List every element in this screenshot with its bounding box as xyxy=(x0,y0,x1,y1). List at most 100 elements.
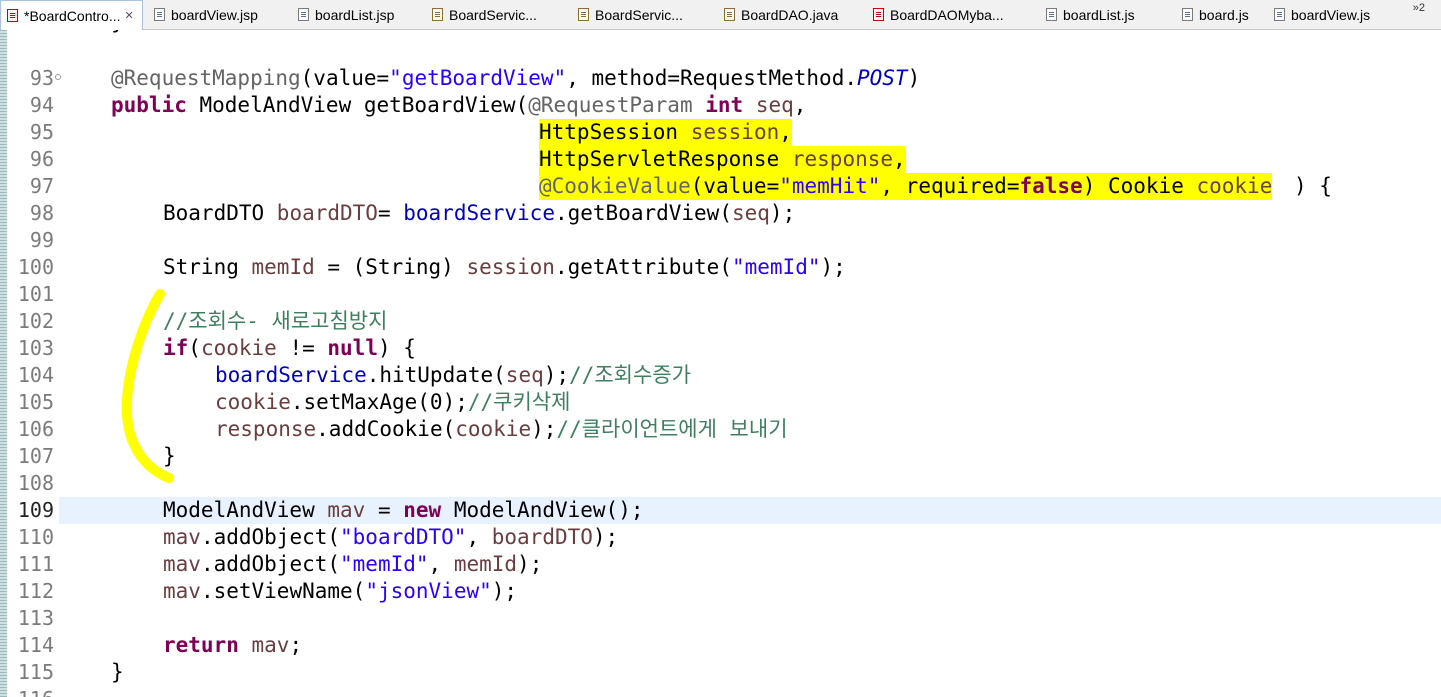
variable-token: session xyxy=(690,120,780,144)
line-number: 97 xyxy=(29,174,54,198)
code-line: return mav; xyxy=(59,632,1441,659)
code-token: , xyxy=(893,147,906,171)
tab-label: BoardServic... xyxy=(595,6,683,23)
code-token: .setViewName( xyxy=(200,579,366,603)
js-file-icon xyxy=(1182,8,1193,21)
code-line: } xyxy=(59,30,1441,36)
line-number: 110 xyxy=(17,525,54,549)
annotation-token: @RequestMapping xyxy=(111,66,301,90)
tab-label: boardView.jsp xyxy=(171,6,258,23)
variable-token: boardDTO xyxy=(276,201,378,225)
variable-token: memId xyxy=(251,255,315,279)
code-line-current: ModelAndView mav = new ModelAndView(); xyxy=(59,497,1441,524)
tab-label: boardView.js xyxy=(1291,6,1371,23)
code-line: //조회수- 새로고침방지 xyxy=(59,308,1441,335)
variable-token: mav xyxy=(251,633,290,657)
tab-label: boardList.jsp xyxy=(315,6,395,23)
variable-token: boardDTO xyxy=(491,525,593,549)
tab-boardcontroller[interactable]: *BoardContro... ✕ xyxy=(0,0,143,30)
code-token: ) { xyxy=(377,336,416,360)
keyword-token: int xyxy=(705,93,744,117)
tab-boardview-jsp[interactable]: boardView.jsp xyxy=(148,0,290,29)
java-file-icon xyxy=(578,8,589,21)
constant-token: POST xyxy=(856,66,908,90)
code-token: .getBoardView( xyxy=(554,201,732,225)
keyword-token: return xyxy=(163,633,239,657)
close-icon[interactable]: ✕ xyxy=(125,9,134,22)
annotation-token: @CookieValue xyxy=(539,174,691,198)
code-token: ); xyxy=(592,525,619,549)
line-number: 113 xyxy=(17,606,54,630)
code-line: HttpSession session, xyxy=(59,119,1441,146)
code-line: @CookieValue(value="memHit", required=fa… xyxy=(59,173,1441,200)
code-token: ) Cookie xyxy=(1082,174,1197,198)
keyword-token: if xyxy=(163,336,189,360)
variable-token: mav xyxy=(163,525,201,549)
code-token: } xyxy=(111,30,124,36)
line-number: 100 xyxy=(17,255,54,279)
tab-overflow-button[interactable]: »2 xyxy=(1413,2,1425,14)
tab-boardservice-1[interactable]: BoardServic... xyxy=(426,0,572,29)
line-number: 95 xyxy=(29,120,54,144)
variable-token: mav xyxy=(327,498,366,522)
line-number: 108 xyxy=(17,471,54,495)
code-token: ) { xyxy=(1294,174,1332,198)
code-token: .hitUpdate( xyxy=(366,363,506,387)
tab-boarddaomybatis[interactable]: BoardDAOMyba... xyxy=(867,0,1039,29)
code-token: ); xyxy=(543,363,570,387)
tab-boardservice-2[interactable]: BoardServic... xyxy=(572,0,718,29)
code-token: ); xyxy=(491,579,518,603)
code-token: .setMaxAge(0); xyxy=(290,390,468,414)
code-token: ) xyxy=(907,66,921,90)
code-token: , xyxy=(428,552,454,576)
tab-boarddao-java[interactable]: BoardDAO.java xyxy=(718,0,866,29)
code-token: } xyxy=(111,660,124,684)
code-token: .getAttribute( xyxy=(554,255,732,279)
variable-token: mav xyxy=(163,579,201,603)
code-token: ; xyxy=(289,633,303,657)
line-number: 92 xyxy=(7,30,54,36)
field-token: boardService xyxy=(403,201,555,225)
variable-token: mav xyxy=(163,552,201,576)
code-token: = xyxy=(377,201,404,225)
tab-board-js[interactable]: board.js xyxy=(1176,0,1268,29)
code-editor[interactable]: 92 93 94 95 96 97 98 99 100 101 102 103 … xyxy=(0,30,1441,697)
variable-token: response xyxy=(791,147,894,171)
code-token: .addCookie( xyxy=(316,417,456,441)
code-token: (value= xyxy=(690,174,780,198)
code-token: , xyxy=(779,120,792,144)
code-token: HttpServletResponse xyxy=(539,147,780,171)
tab-label: BoardDAO.java xyxy=(741,6,839,23)
line-number: 102 xyxy=(17,309,54,333)
string-token: "memId" xyxy=(731,255,821,279)
line-number: 109 xyxy=(17,498,54,522)
code-token: = (String) xyxy=(314,255,467,279)
code-area[interactable]: } @RequestMapping(value="getBoardView", … xyxy=(59,30,1441,697)
tab-boardview-js[interactable]: boardView.js xyxy=(1268,0,1398,29)
code-line: BoardDTO boardDTO= boardService.getBoard… xyxy=(59,200,1441,227)
tab-boardlist-jsp[interactable]: boardList.jsp xyxy=(292,0,424,29)
variable-token: cookie xyxy=(200,336,277,360)
code-token: ModelAndView(); xyxy=(441,498,644,522)
jsp-file-icon xyxy=(298,8,309,21)
keyword-token: public xyxy=(111,93,187,117)
variable-token: seq xyxy=(755,93,794,117)
code-line: public ModelAndView getBoardView(@Reques… xyxy=(59,92,1441,119)
line-number: 116 xyxy=(7,686,54,697)
code-token: , xyxy=(793,93,807,117)
variable-token: session xyxy=(466,255,555,279)
code-line: mav.setViewName("jsonView"); xyxy=(59,578,1441,605)
line-number-gutter: 92 93 94 95 96 97 98 99 100 101 102 103 … xyxy=(7,30,61,697)
line-number: 105 xyxy=(17,390,54,414)
tab-boardlist-js[interactable]: boardList.js xyxy=(1040,0,1176,29)
line-number: 99 xyxy=(29,228,54,252)
keyword-token: null xyxy=(327,336,378,360)
java-file-icon xyxy=(7,9,18,22)
code-token: ); xyxy=(531,417,557,441)
keyword-token: false xyxy=(1019,174,1083,198)
js-file-icon xyxy=(1046,8,1057,21)
java-file-icon xyxy=(432,8,443,21)
